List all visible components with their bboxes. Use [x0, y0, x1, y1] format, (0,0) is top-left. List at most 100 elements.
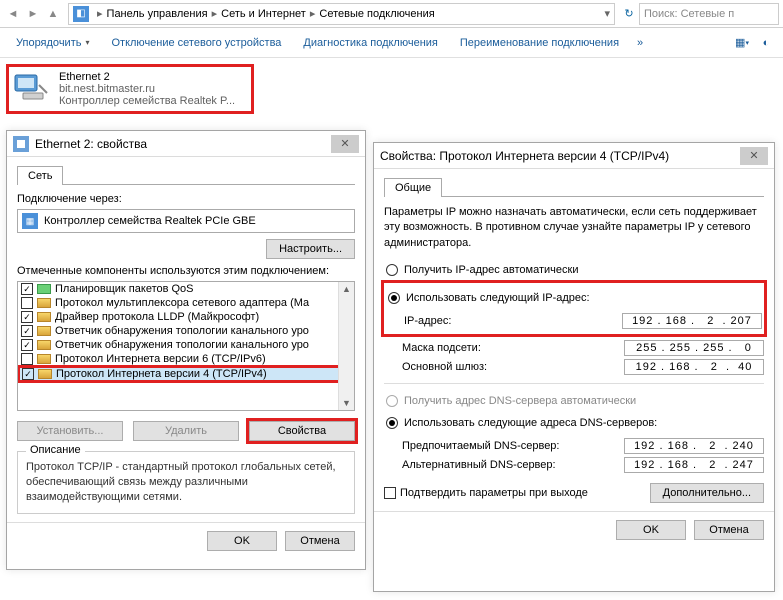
dialog-title: Ethernet 2: свойства	[35, 137, 147, 151]
radio-auto-dns: Получить адрес DNS-сервера автоматически	[384, 392, 764, 410]
chevron-right-icon: ▸	[208, 7, 222, 20]
adapter-device: Контроллер семейства Realtek P...	[59, 95, 235, 107]
radio-icon	[386, 417, 398, 429]
gateway-input[interactable]	[624, 359, 764, 375]
protocol-icon	[37, 298, 51, 308]
ethernet-properties-dialog: Ethernet 2: свойства ✕ Сеть Подключение …	[6, 130, 366, 570]
organize-menu[interactable]: Упорядочить	[6, 33, 99, 53]
component-label: Драйвер протокола LLDP (Майкрософт)	[55, 311, 259, 323]
description-group: Описание Протокол TCP/IP - стандартный п…	[17, 451, 355, 514]
radio-icon	[386, 264, 398, 276]
breadcrumb[interactable]: ◧ ▸ Панель управления ▸ Сеть и Интернет …	[68, 3, 615, 25]
radio-icon	[386, 395, 398, 407]
cancel-button[interactable]: Отмена	[694, 520, 764, 540]
nav-up-icon[interactable]: ▲	[44, 5, 62, 23]
ip-label: IP-адрес:	[404, 315, 622, 327]
radio-manual-ip[interactable]: Использовать следующий IP-адрес:	[386, 289, 762, 307]
uninstall-button[interactable]: Удалить	[133, 421, 239, 441]
tab-general[interactable]: Общие	[384, 178, 442, 197]
close-icon[interactable]: ✕	[740, 147, 768, 165]
radio-icon	[388, 292, 400, 304]
titlebar[interactable]: Свойства: Протокол Интернета версии 4 (T…	[374, 143, 774, 169]
breadcrumb-item[interactable]: Сеть и Интернет	[221, 8, 306, 20]
component-label: Ответчик обнаружения топологии канальног…	[55, 339, 309, 351]
checkbox-icon[interactable]	[21, 353, 33, 365]
advanced-button[interactable]: Дополнительно...	[650, 483, 764, 503]
connect-using-label: Подключение через:	[17, 193, 355, 205]
protocol-icon	[37, 354, 51, 364]
scroll-up-icon[interactable]: ▲	[342, 284, 351, 294]
help-icon[interactable]: ◐	[755, 32, 777, 54]
chevron-right-icon: ▸	[93, 7, 107, 20]
dns1-input[interactable]	[624, 438, 764, 454]
ok-button[interactable]: OK	[207, 531, 277, 551]
checkbox-icon[interactable]	[21, 311, 33, 323]
breadcrumb-dropdown-icon[interactable]: ▾	[604, 7, 610, 20]
checkbox-icon[interactable]	[21, 283, 33, 295]
protocol-icon	[37, 312, 51, 322]
scrollbar[interactable]: ▲▼	[338, 282, 354, 410]
dialog-title: Свойства: Протокол Интернета версии 4 (T…	[380, 149, 669, 163]
checkbox-icon[interactable]	[22, 368, 34, 380]
properties-button[interactable]: Свойства	[249, 421, 355, 441]
checkbox-icon[interactable]	[21, 325, 33, 337]
checkbox-icon[interactable]	[21, 339, 33, 351]
network-icon	[13, 136, 29, 152]
component-label: Планировщик пакетов QoS	[55, 283, 194, 295]
install-button[interactable]: Установить...	[17, 421, 123, 441]
cancel-button[interactable]: Отмена	[285, 531, 355, 551]
protocol-icon	[38, 369, 52, 379]
network-adapter-icon	[13, 71, 53, 107]
component-item[interactable]: Протокол Интернета версии 6 (TCP/IPv6)	[18, 352, 354, 366]
component-item[interactable]: Ответчик обнаружения топологии канальног…	[18, 338, 354, 352]
component-label: Ответчик обнаружения топологии канальног…	[55, 325, 309, 337]
scroll-down-icon[interactable]: ▼	[342, 398, 351, 408]
more-chevron-icon[interactable]: »	[631, 37, 649, 49]
radio-auto-ip[interactable]: Получить IP-адрес автоматически	[384, 261, 764, 279]
diagnose-button[interactable]: Диагностика подключения	[293, 33, 447, 53]
adapter-name: Ethernet 2	[59, 71, 235, 83]
subnet-label: Маска подсети:	[402, 342, 624, 354]
dns2-input[interactable]	[624, 457, 764, 473]
disable-device-button[interactable]: Отключение сетевого устройства	[101, 33, 291, 53]
close-icon[interactable]: ✕	[331, 135, 359, 153]
titlebar[interactable]: Ethernet 2: свойства ✕	[7, 131, 365, 157]
ip-address-input[interactable]	[622, 313, 762, 329]
rename-button[interactable]: Переименование подключения	[450, 33, 629, 53]
breadcrumb-item[interactable]: Сетевые подключения	[319, 8, 434, 20]
component-item[interactable]: Планировщик пакетов QoS	[18, 282, 354, 296]
ok-button[interactable]: OK	[616, 520, 686, 540]
nav-back-icon[interactable]: ◄	[4, 5, 22, 23]
radio-label: Получить адрес DNS-сервера автоматически	[404, 395, 636, 407]
dns2-label: Альтернативный DNS-сервер:	[402, 459, 624, 471]
view-options-icon[interactable]: ▦▾	[731, 32, 753, 54]
intro-text: Параметры IP можно назначать автоматичес…	[384, 205, 764, 251]
adapter-item[interactable]: Ethernet 2 bit.nest.bitmaster.ru Контрол…	[6, 64, 254, 114]
dns1-label: Предпочитаемый DNS-сервер:	[402, 440, 624, 452]
adapter-selector: ▦ Контроллер семейства Realtek PCIe GBE	[17, 209, 355, 233]
component-item[interactable]: Драйвер протокола LLDP (Майкрософт)	[18, 310, 354, 324]
validate-label: Подтвердить параметры при выходе	[400, 487, 588, 499]
tabstrip: Сеть	[17, 165, 355, 185]
refresh-icon[interactable]: ↻	[619, 7, 639, 20]
component-label: Протокол мультиплексора сетевого адаптер…	[55, 297, 309, 309]
radio-label: Получить IP-адрес автоматически	[404, 264, 578, 276]
validate-checkbox-row[interactable]: Подтвердить параметры при выходе Дополни…	[384, 483, 764, 503]
component-item[interactable]: Протокол мультиплексора сетевого адаптер…	[18, 296, 354, 310]
tab-network[interactable]: Сеть	[17, 166, 63, 185]
breadcrumb-item[interactable]: Панель управления	[107, 8, 208, 20]
component-item[interactable]: Протокол Интернета версии 4 (TCP/IPv4)	[18, 366, 354, 382]
component-item[interactable]: Ответчик обнаружения топологии канальног…	[18, 324, 354, 338]
configure-button[interactable]: Настроить...	[266, 239, 355, 259]
description-label: Описание	[26, 444, 85, 456]
subnet-mask-input[interactable]	[624, 340, 764, 356]
description-text: Протокол TCP/IP - стандартный протокол г…	[26, 460, 346, 505]
adapter-list: Ethernet 2 bit.nest.bitmaster.ru Контрол…	[0, 58, 783, 120]
protocol-icon	[37, 340, 51, 350]
component-label: Протокол Интернета версии 6 (TCP/IPv6)	[55, 353, 266, 365]
components-list[interactable]: Планировщик пакетов QoS Протокол мультипл…	[17, 281, 355, 411]
checkbox-icon[interactable]	[384, 487, 396, 499]
search-input[interactable]: Поиск: Сетевые п	[639, 3, 779, 25]
checkbox-icon[interactable]	[21, 297, 33, 309]
radio-manual-dns[interactable]: Использовать следующие адреса DNS-сервер…	[384, 414, 764, 432]
